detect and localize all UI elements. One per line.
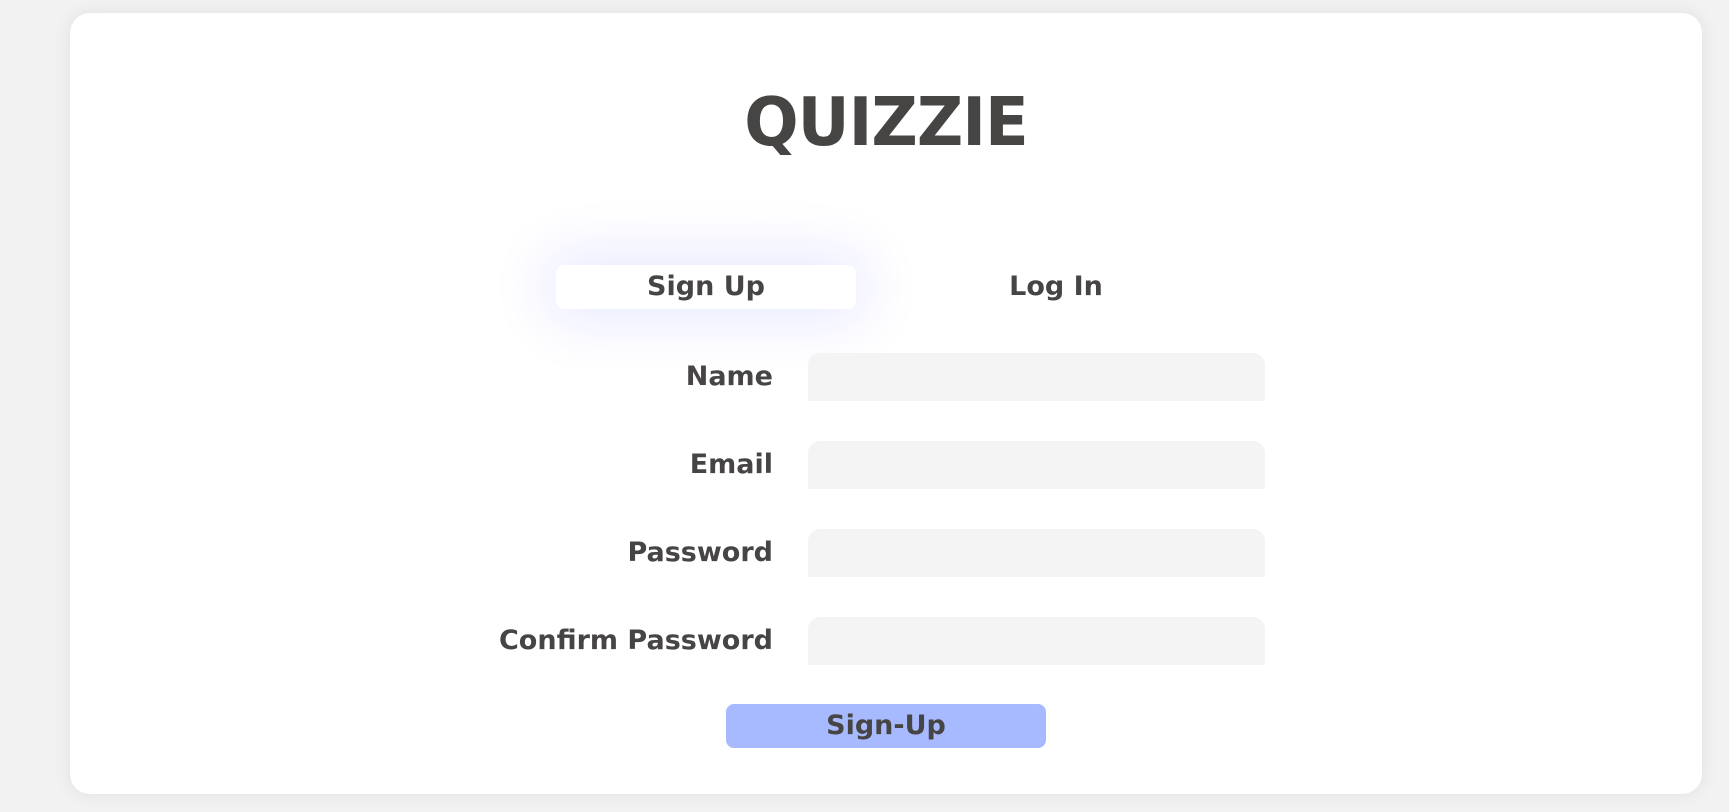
confirm-password-label: Confirm Password [498,625,773,656]
auth-tabs: Sign Up Log In [70,253,1702,311]
name-label: Name [685,361,773,392]
email-label: Email [689,449,773,480]
email-input[interactable] [808,441,1265,489]
password-label: Password [627,537,773,568]
name-input[interactable] [808,353,1265,401]
password-row: Password [70,529,1702,577]
password-input[interactable] [808,529,1265,577]
tab-sign-up[interactable]: Sign Up [556,265,856,309]
app-logo-title: QUIZZIE [744,84,1029,162]
auth-card: QUIZZIE Sign Up Log In Name Email Passwo… [70,13,1702,794]
confirm-password-input[interactable] [808,617,1265,665]
sign-up-button[interactable]: Sign-Up [726,704,1046,748]
name-row: Name [70,353,1702,401]
tab-log-in[interactable]: Log In [906,265,1206,309]
confirm-password-row: Confirm Password [70,617,1702,665]
email-row: Email [70,441,1702,489]
